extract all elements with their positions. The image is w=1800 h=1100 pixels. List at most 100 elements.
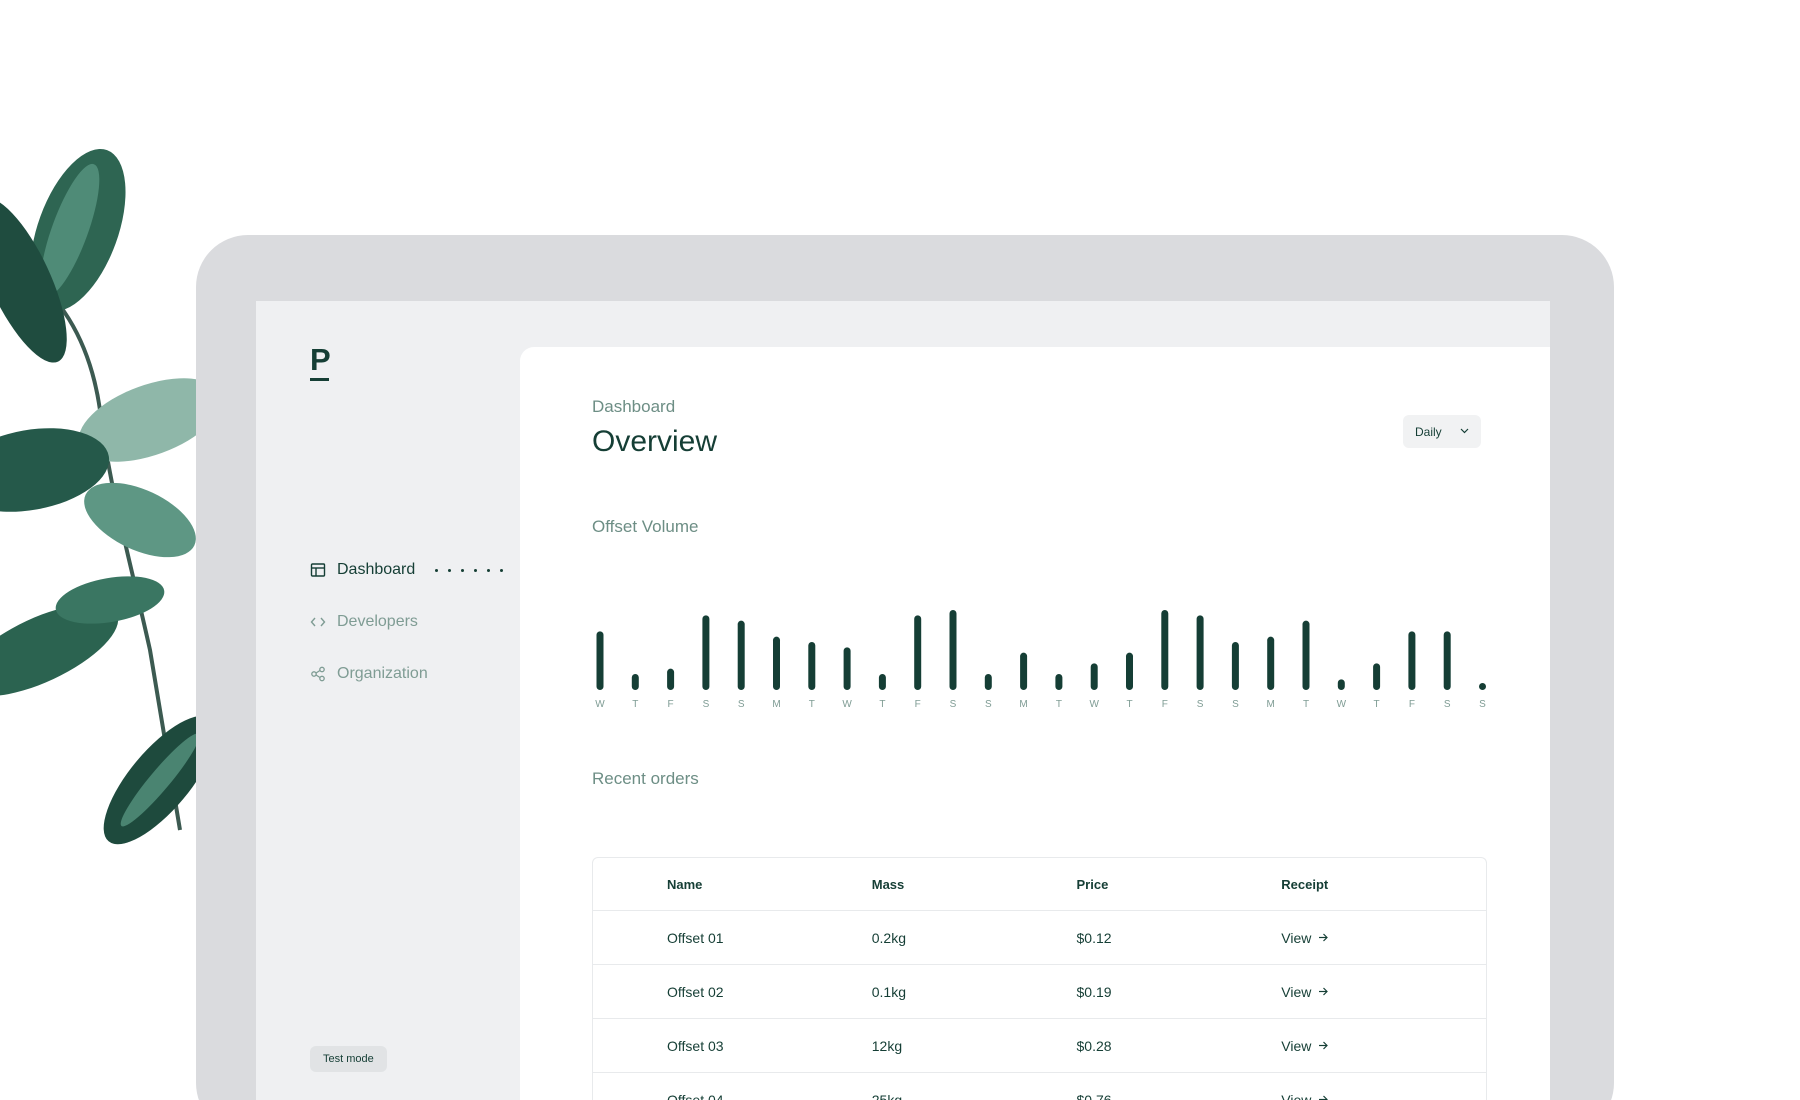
chart-bar [914,615,922,690]
chart-tick-label: M [1019,699,1027,710]
chart-bar [878,674,886,690]
view-receipt-link[interactable]: View [1281,929,1329,946]
breadcrumb[interactable]: Dashboard [592,397,675,417]
view-receipt-link[interactable]: View [1281,1037,1329,1054]
table-row[interactable]: Offset 04 25kg $0.76 View [593,1073,1486,1100]
chart-bar [808,642,816,690]
chart-bar [773,636,780,690]
column-header-receipt[interactable]: Receipt [1281,877,1486,892]
sidebar-item-label: Dashboard [337,561,416,578]
test-mode-badge[interactable]: Test mode [310,1046,387,1072]
chart-bar [1161,610,1169,690]
order-name: Offset 01 [667,929,724,946]
chart-tick-label: S [950,699,957,710]
order-name: Offset 03 [667,1037,724,1054]
column-header-price[interactable]: Price [1077,877,1282,892]
sidebar: P Dashboard Developers Organization Test… [256,301,520,1100]
chart-bar [984,674,992,690]
order-mass: 25kg [871,1091,903,1100]
chart-tick-label: T [1374,699,1380,710]
period-dropdown[interactable]: Daily [1403,415,1481,448]
order-name: Offset 04 [667,1091,724,1100]
chart-tick-label: T [879,699,885,710]
chart-tick-label: S [1444,699,1451,710]
sidebar-item-label: Organization [337,665,428,682]
column-header-mass[interactable]: Mass [872,877,1077,892]
chart-tick-label: W [842,699,852,710]
chart-bar [1126,652,1133,690]
arrow-right-icon [1319,1041,1329,1050]
chart-bar [1020,652,1028,690]
chart-tick-label: S [703,699,710,710]
recent-orders-title: Recent orders [592,769,699,788]
view-receipt-label: View [1281,1091,1312,1100]
sidebar-item-developers[interactable]: Developers [310,596,503,648]
chart-tick-label: T [632,699,638,710]
period-dropdown-value: Daily [1415,424,1442,439]
chart-bar [631,674,639,690]
chart-tick-label: F [668,699,674,710]
sidebar-item-dashboard[interactable]: Dashboard [310,544,504,596]
chart-tick-label: S [985,699,992,710]
table-header-row: Name Mass Price Receipt [593,858,1486,911]
orders-table: Name Mass Price Receipt Offset 01 0.2kg … [592,857,1487,1100]
offset-volume-chart: WTFSSMTWTFSSMTWTFSSMTWTFSS [595,610,1486,710]
offset-volume-title: Offset Volume [592,517,699,536]
chart-tick-label: M [1267,699,1275,710]
arrow-right-icon [1319,933,1329,942]
active-indicator-dots [435,568,504,572]
share-icon [311,666,325,682]
chart-tick-label: F [915,699,921,710]
code-icon [310,617,326,627]
view-receipt-link[interactable]: View [1281,983,1329,1000]
view-receipt-label: View [1281,983,1312,1000]
sidebar-item-label: Developers [337,613,418,630]
table-row[interactable]: Offset 03 12kg $0.28 View [593,1019,1486,1073]
layout-icon [310,563,326,577]
chart-tick-label: T [1126,699,1132,710]
order-price: $0.28 [1076,1037,1112,1054]
sidebar-item-organization[interactable]: Organization [310,648,503,700]
chart-bar [1337,679,1345,690]
chart-bar [596,631,604,690]
chart-bar [702,615,710,690]
view-receipt-link[interactable]: View [1281,1091,1329,1100]
column-header-name[interactable]: Name [667,877,872,892]
chart-bar [667,668,675,690]
chart-bar [1408,631,1416,690]
chart-bar [1479,683,1486,690]
chevron-down-icon [1460,428,1469,434]
table-row[interactable]: Offset 02 0.1kg $0.19 View [593,965,1486,1019]
chart-bar [1302,620,1310,690]
chart-tick-label: W [1337,699,1347,710]
chart-bar [1267,636,1275,690]
order-price: $0.19 [1076,983,1112,1000]
chart-tick-label: F [1409,699,1415,710]
chart-tick-label: S [1197,699,1204,710]
chart-tick-label: S [738,699,745,710]
chart-bar [949,610,957,690]
chart-bar [1055,674,1063,690]
order-name: Offset 02 [667,983,724,1000]
page-title: Overview [592,425,718,458]
chart-tick-label: W [1089,699,1099,710]
table-row[interactable]: Offset 01 0.2kg $0.12 View [593,911,1486,965]
order-price: $0.76 [1076,1091,1112,1100]
logo-letter: P [310,342,331,377]
chart-bar [1443,631,1451,690]
arrow-right-icon [1319,1095,1329,1100]
order-mass: 12kg [871,1037,903,1054]
chart-bar [1196,615,1204,690]
app-screen: P Dashboard Developers Organization Test… [256,301,1550,1100]
logo-underline [310,378,329,381]
chart-bar [1373,663,1381,690]
chart-tick-label: T [809,699,815,710]
view-receipt-label: View [1281,929,1312,946]
chart-tick-label: S [1479,699,1486,710]
arrow-right-icon [1319,987,1329,996]
order-price: $0.12 [1076,929,1112,946]
sidebar-nav: Dashboard Developers Organization [310,544,504,700]
chart-tick-label: M [772,699,780,710]
view-receipt-label: View [1281,1037,1312,1054]
app-logo[interactable]: P [310,344,331,381]
